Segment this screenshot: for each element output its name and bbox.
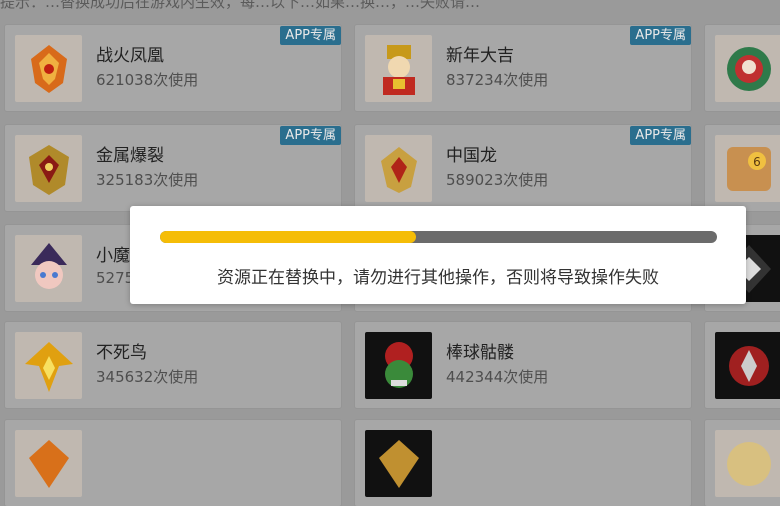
pale-crest-icon bbox=[715, 430, 780, 497]
skin-usage-count: 442344次使用 bbox=[446, 368, 549, 386]
skin-usage-count: 621038次使用 bbox=[96, 71, 199, 89]
skin-name: 中国龙 bbox=[446, 146, 497, 166]
china-dragon-icon bbox=[365, 135, 432, 202]
skin-usage-count: 345632次使用 bbox=[96, 368, 199, 386]
skin-card-bangqiu[interactable]: 棒球骷髅 442344次使用 bbox=[355, 322, 691, 408]
skin-card-zhanhuo[interactable]: 战火凤凰 621038次使用 APP专属 bbox=[5, 25, 341, 111]
little-witch-icon bbox=[15, 235, 82, 302]
skin-usage-count: 589023次使用 bbox=[446, 171, 549, 189]
skin-usage-count: 5275 bbox=[96, 269, 135, 287]
skin-card-zhongguolong[interactable]: 中国龙 589023次使用 APP专属 bbox=[355, 125, 691, 211]
skin-card-row5[interactable] bbox=[355, 420, 691, 506]
skin-card-partial[interactable] bbox=[705, 25, 780, 111]
skin-card-row5[interactable] bbox=[5, 420, 341, 506]
skin-name: 棒球骷髅 bbox=[446, 343, 514, 363]
skin-card-busiliao[interactable]: 不死鸟 345632次使用 bbox=[5, 322, 341, 408]
fortune-god-icon bbox=[365, 35, 432, 102]
top-hint-text: 提示：…替换成功后在游戏内生效，每…以下…如果…换…，…失败请… bbox=[0, 0, 481, 11]
skin-usage-count: 837234次使用 bbox=[446, 71, 549, 89]
progress-message: 资源正在替换中，请勿进行其他操作，否则将导致操作失败 bbox=[217, 268, 659, 288]
progress-bar bbox=[160, 231, 717, 243]
undying-bird-icon bbox=[15, 332, 82, 399]
skin-name: 不死鸟 bbox=[96, 343, 147, 363]
phoenix-mask-icon bbox=[15, 35, 82, 102]
skin-card-partial[interactable] bbox=[705, 420, 780, 506]
replacing-progress-dialog: 资源正在替换中，请勿进行其他操作，否则将导致操作失败 bbox=[130, 206, 746, 304]
app-exclusive-badge: APP专属 bbox=[630, 26, 691, 45]
baseball-skull-icon bbox=[365, 332, 432, 399]
flower-wreath-icon bbox=[715, 35, 780, 102]
gold-crest-icon bbox=[365, 430, 432, 497]
number-six-icon: 6 bbox=[715, 135, 780, 202]
skin-card-xinnian[interactable]: 新年大吉 837234次使用 APP专属 bbox=[355, 25, 691, 111]
metal-burst-icon bbox=[15, 135, 82, 202]
skin-name: 小魔 bbox=[96, 246, 130, 266]
skin-usage-count: 325183次使用 bbox=[96, 171, 199, 189]
progress-bar-fill bbox=[160, 231, 417, 243]
skin-card-partial[interactable] bbox=[705, 322, 780, 408]
skin-name: 金属爆裂 bbox=[96, 146, 164, 166]
app-exclusive-badge: APP专属 bbox=[280, 126, 341, 145]
skin-card-jinshu[interactable]: 金属爆裂 325183次使用 APP专属 bbox=[5, 125, 341, 211]
skin-name: 战火凤凰 bbox=[96, 46, 164, 66]
skin-name: 新年大吉 bbox=[446, 46, 514, 66]
red-emblem-icon bbox=[715, 332, 780, 399]
skin-card-partial[interactable]: 6 bbox=[705, 125, 780, 211]
app-exclusive-badge: APP专属 bbox=[280, 26, 341, 45]
orange-mask-icon bbox=[15, 430, 82, 497]
svg-text:6: 6 bbox=[753, 155, 761, 169]
app-exclusive-badge: APP专属 bbox=[630, 126, 691, 145]
